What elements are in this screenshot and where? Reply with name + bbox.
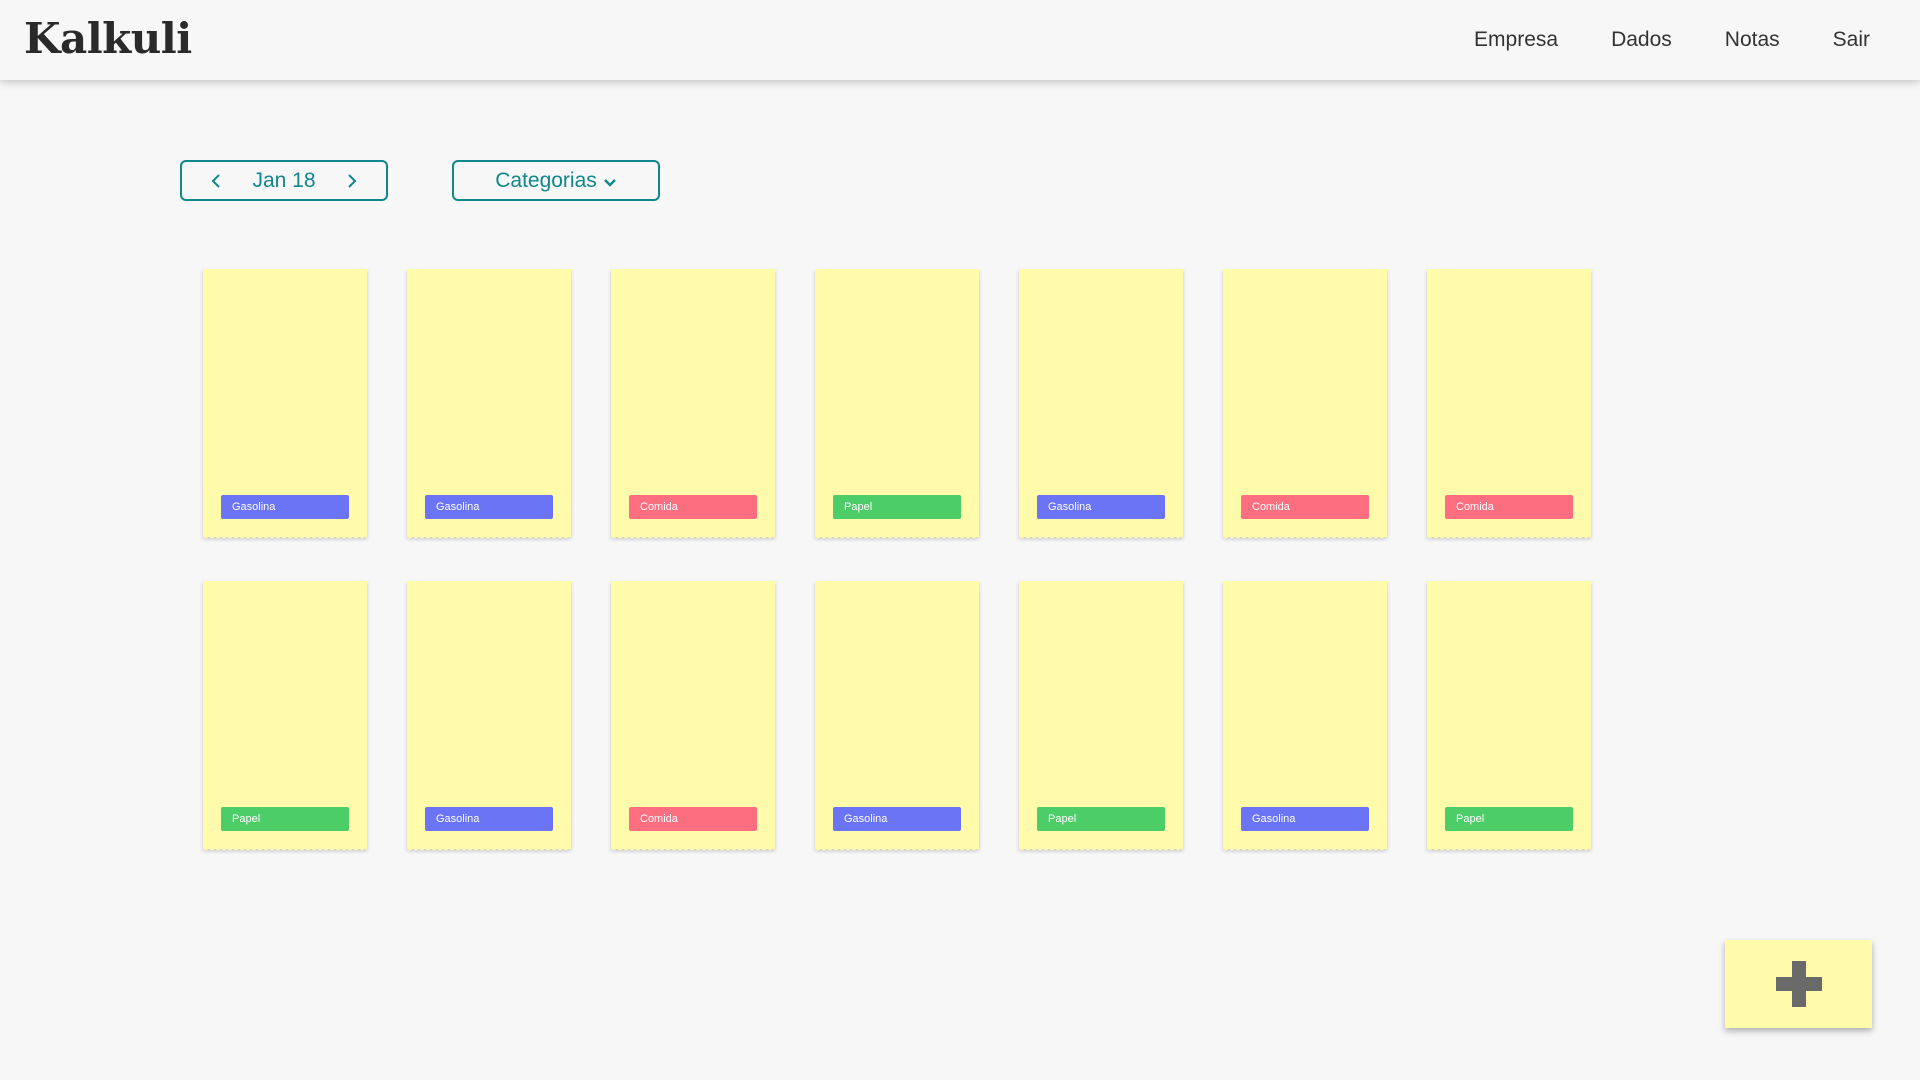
category-tag: Papel [833, 495, 961, 519]
receipt-note[interactable]: Papel [1427, 581, 1591, 852]
chevron-left-icon[interactable] [204, 169, 228, 193]
category-tag: Papel [221, 807, 349, 831]
nav-notas[interactable]: Notas [1725, 28, 1780, 52]
chevron-down-icon [603, 178, 617, 188]
month-label: Jan 18 [252, 168, 316, 192]
category-tag: Gasolina [425, 807, 553, 831]
receipt-note[interactable]: Papel [203, 581, 367, 852]
receipt-note[interactable]: Gasolina [815, 581, 979, 852]
chevron-right-icon[interactable] [340, 169, 364, 193]
notes-grid: Gasolina Gasolina Comida Papel Gasolina Comid… [203, 269, 1591, 852]
category-filter-label: Categorias [495, 168, 597, 192]
category-tag: Comida [629, 807, 757, 831]
category-tag: Comida [629, 495, 757, 519]
receipt-note[interactable]: Papel [815, 269, 979, 540]
receipt-note[interactable]: Papel [1019, 581, 1183, 852]
category-filter-dropdown[interactable]: Categorias [452, 160, 660, 201]
nav-sair[interactable]: Sair [1833, 28, 1870, 52]
month-selector: Jan 18 [180, 160, 388, 201]
category-tag: Gasolina [221, 495, 349, 519]
category-tag: Comida [1445, 495, 1573, 519]
category-tag: Gasolina [1241, 807, 1369, 831]
receipt-note[interactable]: Gasolina [1019, 269, 1183, 540]
category-tag: Gasolina [1037, 495, 1165, 519]
receipt-note[interactable]: Gasolina [1223, 581, 1387, 852]
nav-empresa[interactable]: Empresa [1474, 28, 1558, 52]
top-navbar: Kalkuli Empresa Dados Notas Sair [0, 0, 1920, 80]
receipt-note[interactable]: Gasolina [407, 581, 571, 852]
receipt-note[interactable]: Comida [611, 269, 775, 540]
receipt-note[interactable]: Comida [1427, 269, 1591, 540]
receipt-note[interactable]: Comida [1223, 269, 1387, 540]
nav-dados[interactable]: Dados [1611, 28, 1672, 52]
receipt-note[interactable]: Gasolina [203, 269, 367, 540]
receipt-note[interactable]: Gasolina [407, 269, 571, 540]
category-tag: Papel [1037, 807, 1165, 831]
category-tag: Gasolina [833, 807, 961, 831]
receipt-note[interactable]: Comida [611, 581, 775, 852]
main-nav: Empresa Dados Notas Sair [1421, 0, 1870, 80]
app-logo[interactable]: Kalkuli [24, 14, 192, 63]
category-tag: Papel [1445, 807, 1573, 831]
plus-icon [1775, 961, 1822, 1007]
add-note-button[interactable] [1725, 940, 1872, 1028]
category-tag: Comida [1241, 495, 1369, 519]
category-tag: Gasolina [425, 495, 553, 519]
